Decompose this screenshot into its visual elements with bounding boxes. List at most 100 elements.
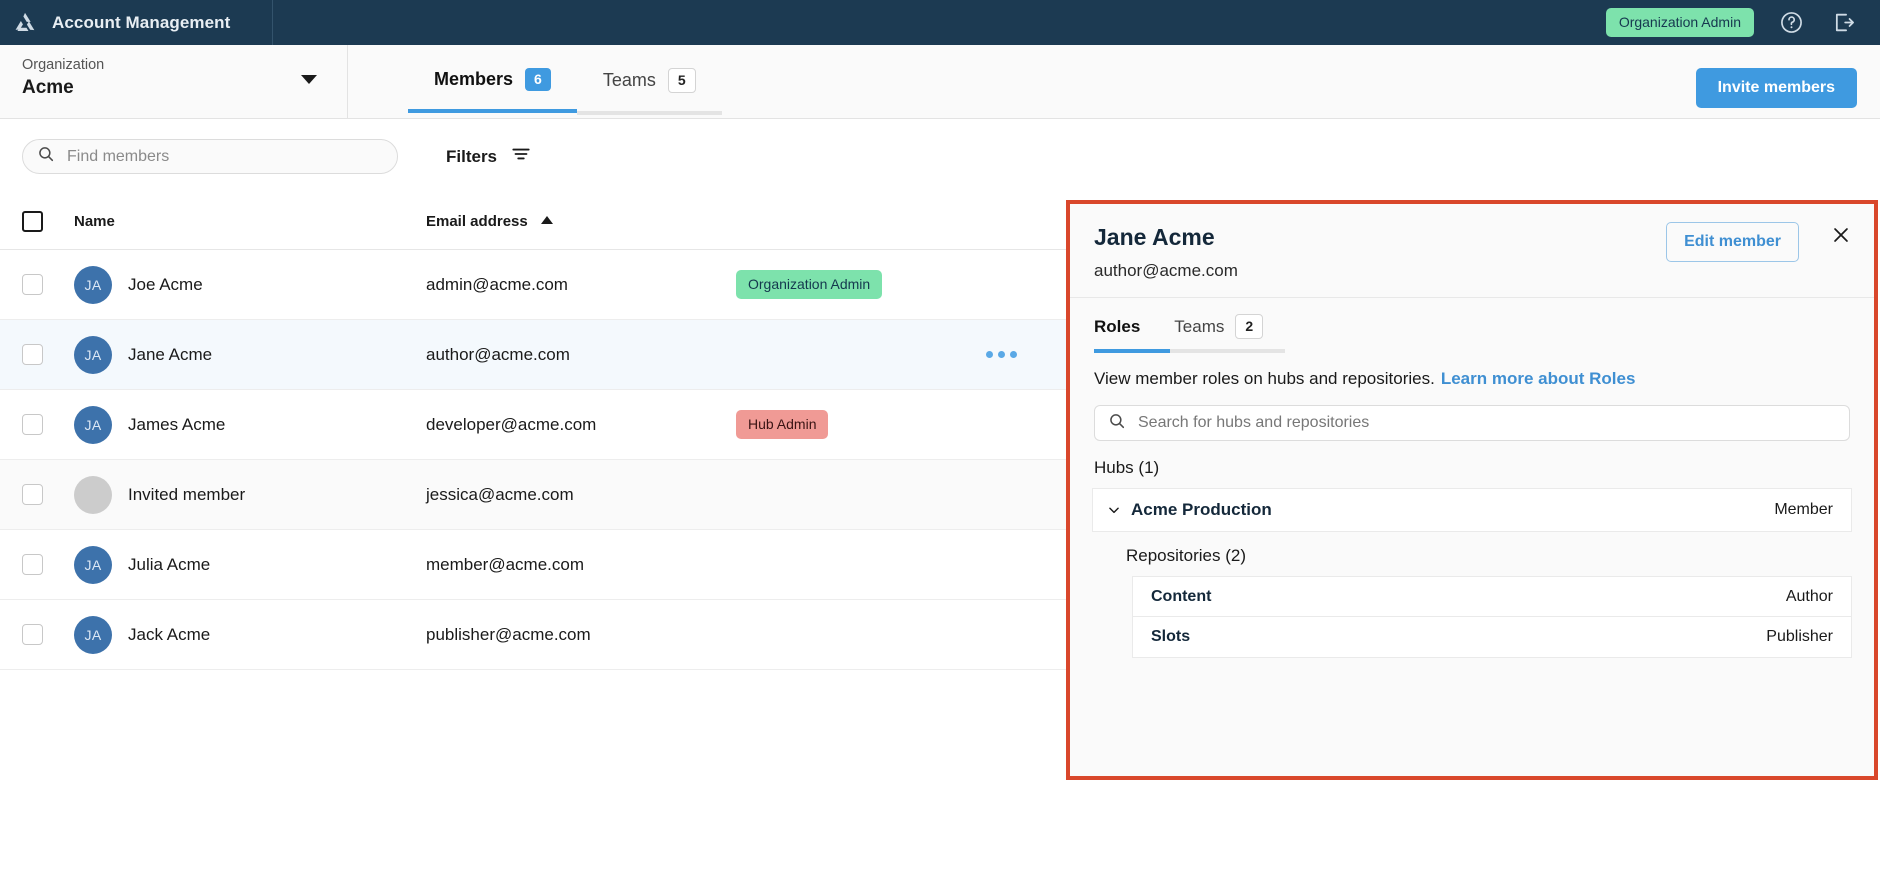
tab-teams-underline (576, 111, 722, 115)
panel-tab-teams-underline (1170, 349, 1286, 353)
avatar: JA (74, 265, 112, 304)
repository-name: Content (1151, 587, 1212, 605)
row-select-cell (22, 274, 74, 295)
invite-members-button[interactable]: Invite members (1695, 68, 1857, 108)
row-checkbox[interactable] (22, 414, 43, 435)
panel-search[interactable] (1094, 405, 1850, 441)
find-members-search[interactable] (22, 139, 398, 174)
filters-button[interactable]: Filters (446, 143, 532, 170)
avatar: JA (74, 545, 112, 584)
logout-icon (1831, 10, 1856, 35)
row-checkbox[interactable] (22, 274, 43, 295)
panel-description: View member roles on hubs and repositori… (1070, 353, 1874, 389)
caret-up-icon (540, 216, 553, 224)
row-checkbox[interactable] (22, 484, 43, 505)
table-row[interactable]: JA Joe Acme admin@acme.com Organization Adm… (0, 250, 1069, 320)
chevron-down-icon[interactable] (1107, 503, 1121, 517)
search-input[interactable] (65, 146, 383, 167)
select-all-cell (22, 211, 74, 232)
search-icon (37, 145, 55, 168)
tab-members-underline (408, 109, 577, 113)
close-panel-button[interactable] (1828, 224, 1854, 250)
column-header-name[interactable]: Name (74, 213, 426, 230)
tab-teams[interactable]: Teams 5 (576, 68, 722, 115)
triangle-recycle-logo-icon (12, 10, 38, 36)
repository-row[interactable]: Content Author (1132, 576, 1852, 617)
member-name: Joe Acme (128, 274, 203, 294)
repository-list: Content Author Slots Publisher (1070, 576, 1874, 658)
status-badge: Hub Admin (736, 410, 829, 439)
chevron-down-icon (301, 75, 317, 84)
tab-teams-count: 5 (667, 68, 696, 93)
member-name: Invited member (128, 484, 246, 504)
member-name: James Acme (128, 414, 226, 434)
row-select-cell (22, 414, 74, 435)
member-name: Jane Acme (128, 344, 213, 364)
table-row[interactable]: JA James Acme developer@acme.com Hub Admin (0, 390, 1069, 460)
help-button[interactable] (1776, 8, 1806, 38)
panel-description-text: View member roles on hubs and repositori… (1094, 369, 1435, 388)
member-name: Julia Acme (128, 554, 211, 574)
learn-more-link[interactable]: Learn more about Roles (1441, 369, 1636, 388)
row-checkbox[interactable] (22, 554, 43, 575)
edit-member-button[interactable]: Edit member (1666, 222, 1799, 262)
repository-name: Slots (1151, 628, 1191, 645)
member-tag-cell (736, 351, 1047, 358)
select-all-checkbox[interactable] (22, 211, 43, 232)
member-email: admin@acme.com (426, 274, 568, 294)
hub-role: Member (1774, 501, 1833, 518)
members-table: Name Email address JA Joe Acme admin@acme.… (0, 194, 1069, 670)
panel-search-input[interactable] (1136, 413, 1836, 433)
row-select-cell (22, 624, 74, 645)
table-row[interactable]: JA Jane Acme author@acme.com (0, 320, 1069, 390)
panel-tabs: Roles Teams 2 (1070, 298, 1874, 353)
hubs-count-label: Hubs (1) (1094, 458, 1160, 477)
row-select-cell (22, 484, 74, 505)
row-actions-menu-icon[interactable] (986, 351, 1047, 358)
repository-role: Author (1785, 587, 1833, 605)
row-checkbox[interactable] (22, 344, 43, 365)
member-email: developer@acme.com (426, 414, 597, 434)
tab-members-count: 6 (525, 68, 551, 91)
panel-tab-roles[interactable]: Roles (1094, 314, 1171, 353)
repository-role: Publisher (1766, 628, 1833, 645)
hub-row[interactable]: Acme Production Member (1092, 488, 1852, 532)
panel-email: author@acme.com (1094, 261, 1238, 280)
member-email: publisher@acme.com (426, 624, 591, 644)
panel-tab-roles-label: Roles (1094, 316, 1141, 336)
panel-tab-roles-underline (1094, 349, 1171, 353)
member-email: member@acme.com (426, 554, 585, 574)
table-row[interactable]: JA Jack Acme publisher@acme.com (0, 600, 1069, 670)
member-name-cell: JA Jane Acme (74, 335, 426, 374)
repository-row[interactable]: Slots Publisher (1132, 617, 1852, 658)
avatar (74, 475, 112, 514)
top-bar: Account Management Organization Admin (0, 0, 1880, 45)
role-badge: Organization Admin (1605, 8, 1754, 37)
row-select-cell (22, 554, 74, 575)
table-row[interactable]: Invited member jessica@acme.com (0, 460, 1069, 530)
column-header-email[interactable]: Email address (426, 213, 736, 230)
row-checkbox[interactable] (22, 624, 43, 645)
avatar: JA (74, 615, 112, 654)
member-name-cell: JA James Acme (74, 405, 426, 444)
app-title: Account Management (52, 12, 231, 32)
row-select-cell (22, 344, 74, 365)
member-name-cell: Invited member (74, 475, 426, 514)
members-toolbar: Filters (0, 119, 1069, 194)
sub-header: Organization Acme Members 6 Teams 5 (0, 45, 1880, 119)
organization-selector[interactable]: Organization Acme (0, 45, 348, 118)
close-icon (1830, 224, 1852, 251)
account-management-page: Account Management Organization Admin Or… (0, 0, 1880, 893)
avatar: JA (74, 405, 112, 444)
tab-members[interactable]: Members 6 (408, 68, 577, 113)
column-header-email-label: Email address (426, 213, 528, 230)
panel-tab-teams[interactable]: Teams 2 (1170, 314, 1286, 353)
panel-tab-teams-label: Teams (1174, 316, 1225, 336)
logout-button[interactable] (1828, 8, 1858, 38)
hub-name: Acme Production (1131, 500, 1272, 519)
member-tag-cell: Hub Admin (736, 410, 1047, 439)
repositories-count-label: Repositories (2) (1126, 546, 1246, 565)
main-tabs: Members 6 Teams 5 (348, 45, 722, 118)
question-circle-icon (1779, 10, 1804, 35)
table-row[interactable]: JA Julia Acme member@acme.com (0, 530, 1069, 600)
